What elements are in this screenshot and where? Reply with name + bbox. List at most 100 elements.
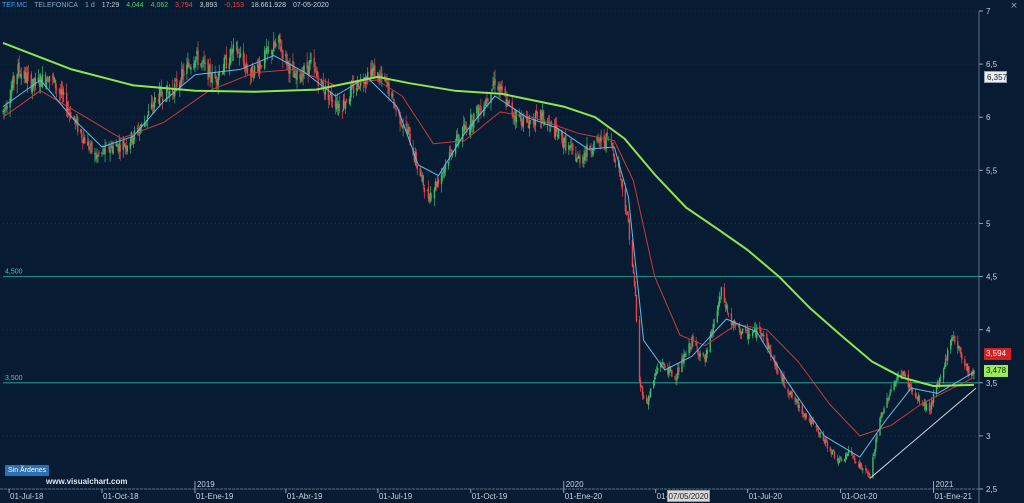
candle-body	[310, 60, 312, 61]
candle-body	[328, 95, 331, 97]
y-tick-label: 4,5	[986, 273, 998, 282]
candle-body	[868, 472, 870, 475]
candle-body	[344, 102, 347, 109]
candle-body	[614, 159, 616, 163]
candle-body	[487, 98, 489, 102]
candle-body	[98, 152, 100, 154]
candle-body	[619, 175, 622, 178]
candle-body	[843, 459, 846, 462]
candle-body	[951, 338, 953, 341]
candle-body	[576, 158, 578, 163]
date-cursor-label: 07/05/2020	[667, 490, 710, 502]
y-tick-label: 3	[986, 432, 991, 441]
candle-body	[889, 391, 891, 396]
candle-body	[853, 455, 855, 457]
candle-body	[929, 409, 932, 411]
candle-body	[638, 319, 641, 382]
candle-body	[610, 141, 612, 143]
candle-body	[883, 408, 885, 414]
candle-body	[169, 90, 171, 96]
candle-body	[589, 146, 591, 151]
candle-body	[91, 141, 93, 153]
candle-body	[866, 469, 868, 472]
x-tick-label: 01-Jul-19	[379, 492, 413, 501]
candle-body	[112, 146, 114, 153]
x-tick-label: 01-Jul-18	[10, 492, 44, 501]
candle-body	[798, 405, 800, 408]
candle-body	[946, 349, 949, 361]
candle-body	[833, 451, 836, 458]
candle-body	[338, 103, 341, 111]
candle-body	[6, 105, 8, 109]
candle-body	[34, 78, 37, 86]
candle-body	[400, 120, 402, 125]
candle-body	[422, 175, 425, 186]
candle-body	[657, 367, 659, 371]
candle-body	[590, 150, 592, 152]
candle-body	[895, 380, 897, 384]
candle-body	[447, 161, 450, 167]
candle-body	[653, 377, 656, 381]
candle-body	[97, 155, 99, 157]
candle-body	[41, 74, 44, 87]
candle-body	[706, 350, 708, 355]
candle-body	[879, 418, 881, 436]
candle-body	[720, 287, 723, 297]
slow-ma-tag: 3,478	[984, 365, 1008, 377]
candle-body	[48, 76, 51, 82]
candle-body	[268, 49, 270, 51]
candle-body	[671, 369, 673, 377]
candle-body	[395, 107, 397, 111]
candle-body	[727, 313, 730, 315]
chart-window: 2,5 3 3,5 4 4,5 5 5,5 6 6,5 7 01-Jul-18 01-Oct-18 01…	[0, 0, 1024, 503]
candle-body	[119, 144, 121, 152]
candle-body	[345, 99, 348, 102]
candle-body	[703, 355, 705, 357]
candle-body	[777, 371, 779, 373]
candle-body	[357, 83, 360, 90]
candle-body	[829, 447, 832, 452]
candle-body	[752, 331, 755, 333]
candle-body	[741, 328, 744, 334]
volume-value: 18.661.928	[250, 2, 286, 9]
candle-body	[904, 374, 906, 377]
candle-body	[176, 78, 178, 88]
candle-body	[302, 73, 304, 77]
candle-body	[633, 275, 636, 287]
candle-body	[242, 50, 245, 63]
no-orders-badge[interactable]: Sin Ãrdenes	[5, 465, 50, 476]
candle-body	[94, 152, 96, 155]
candle-body	[699, 353, 701, 357]
close-icon[interactable]: ×	[1006, 1, 1022, 11]
high-value: 4,062	[150, 2, 169, 9]
candle-body	[154, 98, 157, 99]
candlestick-chart[interactable]: 2,5 3 3,5 4 4,5 5 5,5 6 6,5 7 01-Jul-18 01-Oct-18 01…	[0, 0, 1024, 503]
candle-body	[723, 287, 726, 303]
x-tick-label: 01-Ene-19	[196, 492, 234, 501]
candle-body	[423, 188, 426, 193]
candle-body	[872, 457, 874, 478]
y-tick-label: 4	[986, 326, 991, 335]
candle-body	[433, 189, 436, 199]
candle-body	[961, 353, 963, 360]
candle-body	[690, 347, 692, 350]
candle-body	[534, 112, 537, 126]
candle-body	[211, 72, 213, 84]
candle-body	[190, 67, 192, 70]
candle-body	[557, 129, 560, 139]
candle-body	[805, 413, 807, 419]
candle-body	[10, 90, 12, 102]
candle-body	[89, 147, 91, 149]
candle-body	[674, 376, 676, 378]
candle-body	[620, 178, 623, 180]
low-value: 3,794	[175, 2, 193, 9]
candle-body	[939, 376, 942, 378]
candle-body	[562, 134, 564, 147]
candle-body	[802, 413, 804, 415]
candle-body	[748, 333, 751, 337]
y-tick-label: 6,5	[986, 60, 998, 69]
y-tick-label: 5,5	[986, 166, 998, 175]
candle-body	[65, 92, 68, 112]
year-label: 2020	[566, 480, 584, 489]
candle-body	[801, 405, 803, 414]
